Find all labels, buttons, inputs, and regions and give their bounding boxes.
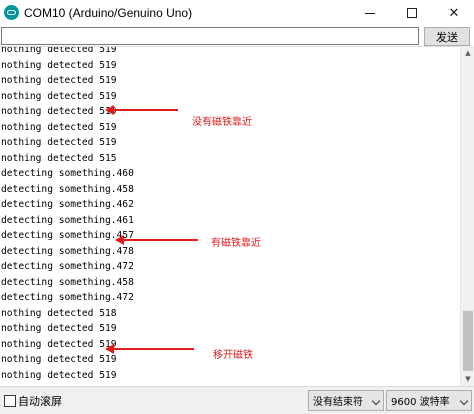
log-line: detecting something.472 (1, 292, 134, 303)
arduino-icon (4, 5, 19, 20)
baud-rate-select[interactable]: 9600 波特率 (386, 390, 472, 411)
maximize-button[interactable] (392, 0, 432, 26)
log-line: nothing detected 519 (1, 369, 117, 381)
send-input[interactable] (1, 27, 419, 45)
log-line: nothing detected 519 (1, 106, 117, 117)
log-line: nothing detected 518 (1, 307, 117, 319)
title-bar: COM10 (Arduino/Genuino Uno) ✕ (0, 0, 474, 26)
chevron-down-icon (371, 396, 381, 406)
log-line: detecting something.461 (1, 214, 134, 226)
annotation-label: 有磁铁靠近 (211, 238, 261, 249)
log-line: nothing detected 519 (1, 121, 117, 133)
maximize-icon (407, 8, 417, 18)
status-bar: 自动滚屏 没有结束符 9600 波特率 (0, 386, 474, 414)
log-line: nothing detected 519 (1, 323, 117, 334)
scroll-down-icon[interactable]: ▼ (461, 372, 474, 386)
log-line: nothing detected 519 (1, 137, 117, 148)
minimize-icon (365, 12, 375, 14)
log-line: detecting something.462 (1, 199, 134, 210)
log-line: nothing detected 515 (1, 152, 117, 164)
log-line: detecting something.457 (1, 230, 134, 241)
log-line: detecting something.458 (1, 183, 134, 195)
log-line: nothing detected 519 (1, 354, 117, 365)
baud-rate-value: 9600 波特率 (391, 397, 450, 408)
autoscroll-checkbox[interactable] (4, 395, 16, 407)
log-line: nothing detected 519 (1, 75, 117, 86)
log-line: detecting something.458 (1, 276, 134, 288)
scroll-up-icon[interactable]: ▲ (461, 46, 474, 60)
minimize-button[interactable] (350, 0, 390, 26)
vertical-scrollbar[interactable]: ▲ ▼ (460, 46, 474, 386)
close-icon: ✕ (448, 5, 460, 21)
log-line: detecting something.478 (1, 245, 134, 257)
annotation-label: 没有磁铁靠近 (192, 117, 252, 128)
line-ending-value: 没有结束符 (313, 397, 363, 408)
annotation-label: 移开磁铁 (213, 350, 253, 361)
send-row: 发送 (0, 26, 474, 46)
annotation-arrow (105, 105, 178, 115)
annotation-arrow (115, 235, 198, 245)
log-line: nothing detected 519 (1, 338, 117, 350)
scroll-thumb[interactable] (463, 311, 473, 371)
annotation-arrow (105, 344, 194, 354)
chevron-down-icon (459, 396, 469, 406)
autoscroll-label: 自动滚屏 (18, 395, 62, 408)
serial-output[interactable]: nothing detected 519 nothing detected 51… (0, 46, 460, 386)
close-button[interactable]: ✕ (434, 0, 474, 26)
log-line: nothing detected 519 (1, 46, 117, 55)
log-line: detecting something.472 (1, 261, 134, 272)
window-title: COM10 (Arduino/Genuino Uno) (24, 6, 193, 20)
log-line: nothing detected 519 (1, 59, 117, 71)
log-line: detecting something.460 (1, 168, 134, 179)
send-button[interactable]: 发送 (424, 27, 470, 46)
line-ending-select[interactable]: 没有结束符 (308, 390, 384, 411)
log-line: nothing detected 519 (1, 90, 117, 102)
